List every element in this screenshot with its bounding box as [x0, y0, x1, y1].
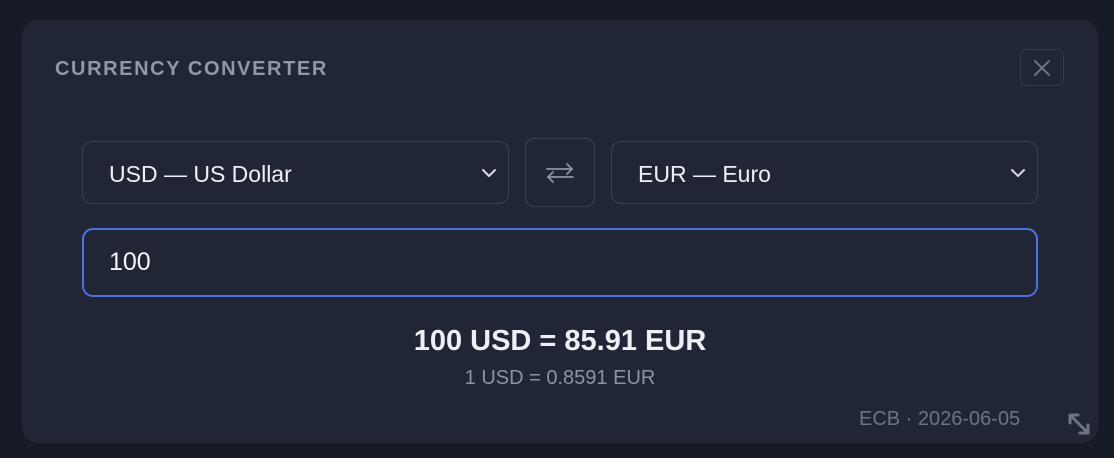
exchange-rate: 1 USD = 0.8591 EUR	[464, 367, 656, 389]
to-currency-select[interactable]: EUR — Euro	[611, 141, 1038, 204]
amount-input[interactable]	[82, 228, 1038, 297]
close-icon	[1034, 59, 1050, 76]
to-currency-value: EUR — Euro	[638, 161, 771, 187]
from-currency-value: USD — US Dollar	[109, 161, 292, 187]
resize-handle-icon[interactable]	[1066, 411, 1092, 437]
rate-source: ECB · 2026-06-05	[859, 408, 1021, 430]
swap-currencies-button[interactable]	[525, 138, 595, 207]
swap-arrows-icon	[546, 162, 574, 183]
conversion-result: 100 USD = 85.91 EUR	[413, 325, 707, 357]
panel-title: CURRENCY CONVERTER	[55, 58, 328, 80]
currency-converter-panel: CURRENCY CONVERTER USD — US Dollar EUR —…	[22, 20, 1098, 443]
chevron-down-icon	[1011, 169, 1025, 177]
close-button[interactable]	[1020, 49, 1064, 86]
from-currency-select[interactable]: USD — US Dollar	[82, 141, 509, 204]
chevron-down-icon	[482, 169, 496, 177]
